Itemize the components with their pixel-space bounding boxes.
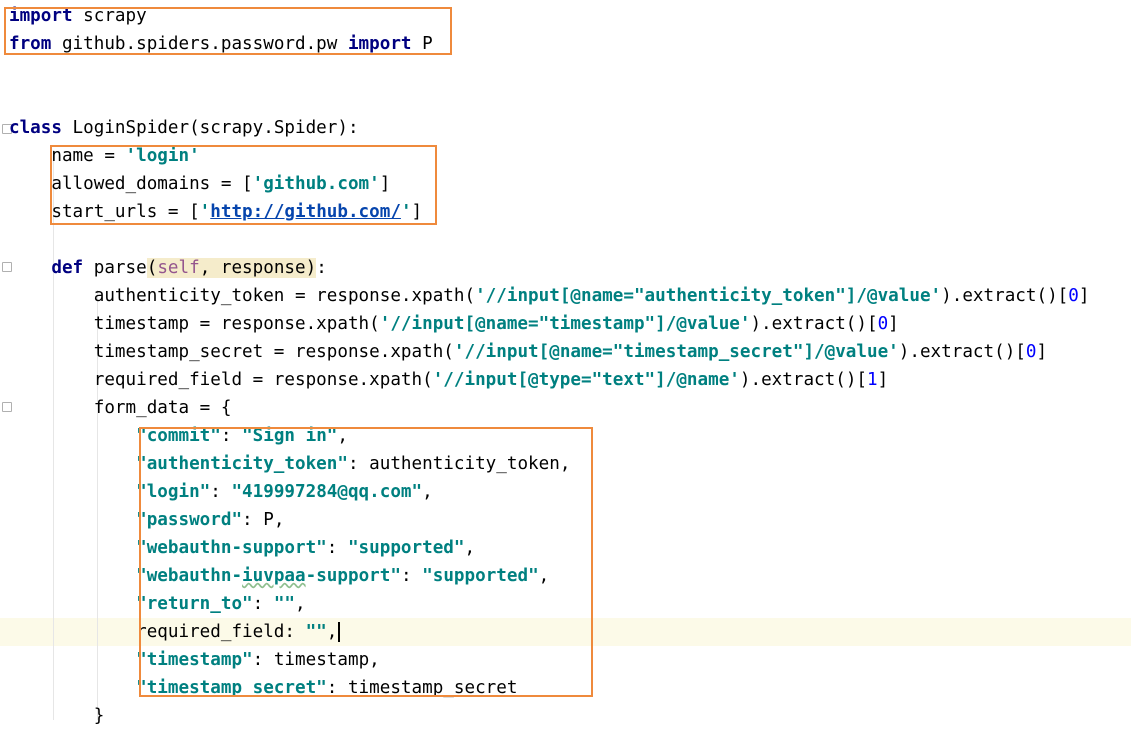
code-line[interactable]: authenticity_token = response.xpath('//i… [9,282,1090,310]
code-token: ).extract()[ [739,370,867,390]
code-editor[interactable]: import scrapy from github.spiders.passwor… [0,0,1131,726]
code-token: ] [1036,342,1048,362]
code-line[interactable]: timestamp_secret = response.xpath('//inp… [9,338,1047,366]
string-token: '//input[@type="text"]/@name' [432,370,740,390]
code-token: } [9,706,105,726]
code-token: LoginSpider(scrapy.Spider): [61,118,359,138]
number-token: 0 [1025,342,1037,362]
string-token: '//input[@name="timestamp"]/@value' [379,314,751,334]
code-line[interactable]: timestamp = response.xpath('//input[@nam… [9,310,899,338]
code-token: ] [1078,286,1090,306]
code-token: parse [83,258,147,278]
number-token: 1 [867,370,878,390]
number-token: 0 [1068,286,1079,306]
self-token: self [157,258,200,278]
code-line[interactable]: class LoginSpider(scrapy.Spider): [9,114,359,142]
number-token: 0 [877,314,889,334]
code-token: ).extract()[ [898,342,1026,362]
keyword-token: class [9,118,62,138]
highlight-box-form-data [139,427,593,697]
code-token: ] [877,370,889,390]
code-token: ).extract()[ [750,314,878,334]
param-token: ( [146,258,158,278]
code-line[interactable]: form_data = { [9,394,232,422]
string-token: '//input[@name="timestamp_secret"]/@valu… [453,342,899,362]
code-token: : [316,258,327,278]
string-token: '//input[@name="authenticity_token"]/@va… [475,286,942,306]
param-token: ) [305,258,317,278]
code-token: timestamp_secret = response.xpath( [9,342,454,362]
code-token: authenticity_token = response.xpath( [9,286,476,306]
highlight-box-imports [4,7,452,55]
highlight-box-attributes [50,145,437,225]
code-token: form_data = { [9,398,232,418]
code-token: ] [888,314,899,334]
param-token: , response [199,258,306,278]
code-token: timestamp = response.xpath( [9,314,380,334]
code-line[interactable]: def parse(self, response): [9,254,327,282]
code-line[interactable]: required_field = response.xpath('//input… [9,366,888,394]
code-token: ).extract()[ [941,286,1069,306]
keyword-token: def [51,258,84,278]
code-token: required_field = response.xpath( [9,370,433,390]
